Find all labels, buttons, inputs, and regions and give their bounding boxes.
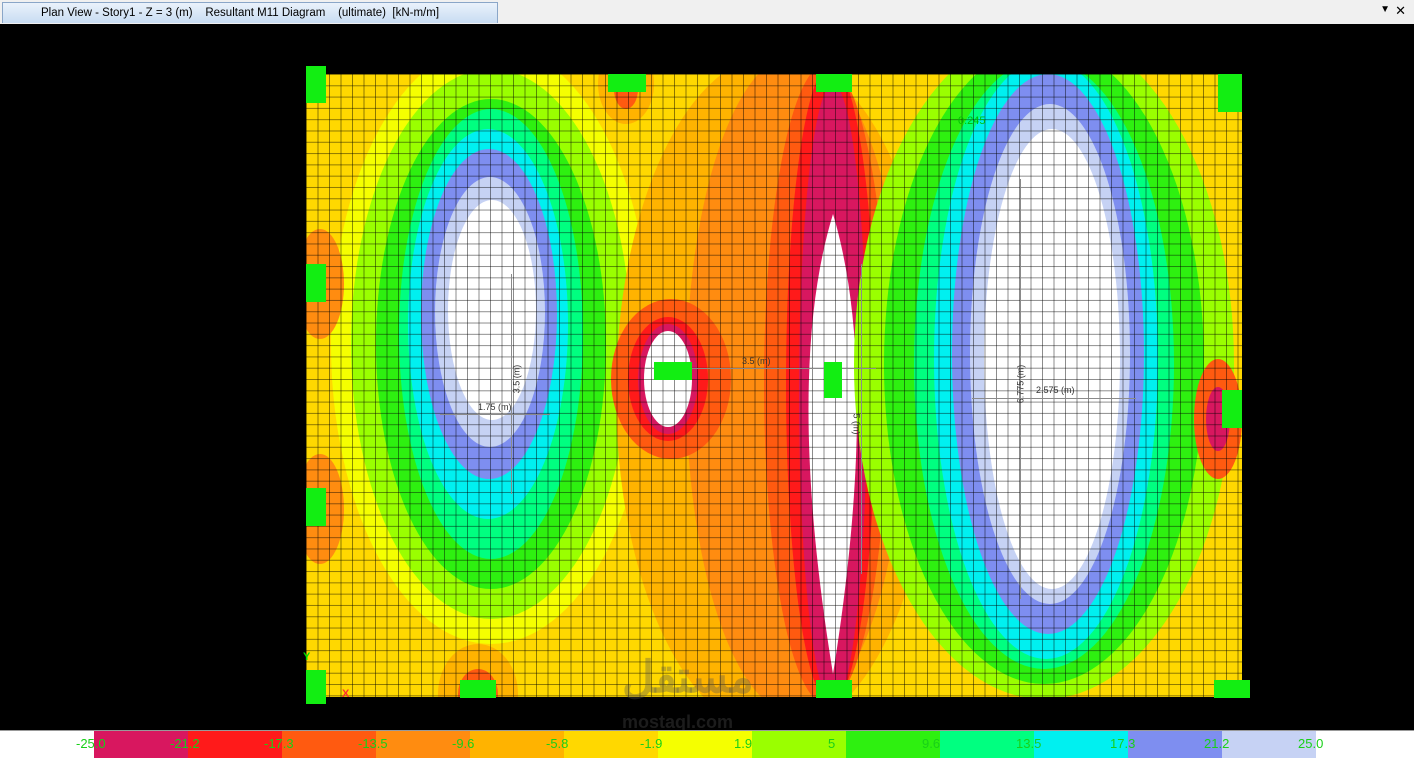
dim-label-2: 3.5 (m) — [511, 364, 522, 394]
column-support[interactable] — [816, 680, 852, 698]
column-support[interactable] — [816, 74, 852, 92]
x-axis-label: X — [342, 688, 350, 700]
y-axis-label: Y — [303, 651, 311, 663]
contour-slab: 1.75 (m) 3.5 (m) 3.5 (m) 5 (m) 6.775 (m)… — [306, 74, 1242, 697]
contour-right-7 — [984, 129, 1120, 589]
column-support[interactable] — [824, 362, 842, 398]
contour-legend: -25.0 -21.2 -17.3 -13.5 -9.6 -5.8 -1.9 1.9 5 9.6 1… — [0, 730, 1414, 758]
close-icon[interactable]: ✕ — [1395, 3, 1406, 19]
column-support[interactable] — [460, 680, 496, 698]
dim-label-4: 5 (m) — [851, 413, 862, 435]
top-value-label: 0.245 — [958, 115, 986, 127]
column-support[interactable] — [306, 488, 326, 526]
tab-dropdown-icon[interactable]: ▼ — [1380, 4, 1390, 15]
column-support[interactable] — [306, 66, 326, 103]
legend-label: -21.2 — [170, 736, 200, 751]
contour-left-8 — [448, 200, 536, 420]
column-support[interactable] — [654, 362, 692, 380]
legend-label: 5 — [828, 736, 836, 751]
watermark-logo: مستقل — [622, 653, 754, 702]
dim-label-1: 1.75 (m) — [478, 402, 512, 412]
legend-label: -1.9 — [640, 736, 663, 751]
column-support[interactable] — [1218, 74, 1242, 112]
legend-label: -5.8 — [546, 736, 569, 751]
view-tab-title: Plan View - Story1 - Z = 3 (m) Resultant… — [41, 7, 440, 19]
legend-label: 13.5 — [1016, 736, 1042, 751]
dim-line-1 — [440, 414, 550, 415]
column-support[interactable] — [306, 670, 326, 704]
legend-label: -17.3 — [264, 736, 294, 751]
view-tab[interactable]: Plan View - Story1 - Z = 3 (m) Resultant… — [2, 2, 498, 23]
legend-label: 17.3 — [1110, 736, 1136, 751]
legend-label: -13.5 — [358, 736, 388, 751]
legend-label: 21.2 — [1204, 736, 1230, 751]
legend-label: -25.0 — [76, 736, 106, 751]
column-support[interactable] — [1222, 390, 1242, 428]
legend-band — [1316, 731, 1414, 758]
column-support[interactable] — [608, 74, 646, 92]
dim-label-6: 2.575 (m) — [1036, 385, 1075, 395]
dim-label-3: 3.5 (m) — [742, 356, 771, 366]
window-titlebar: Plan View - Story1 - Z = 3 (m) Resultant… — [0, 0, 1414, 25]
legend-label: -9.6 — [452, 736, 475, 751]
dim-line-6 — [972, 398, 1136, 399]
column-support[interactable] — [1214, 680, 1250, 698]
contour-plot — [306, 74, 1242, 697]
plan-view-canvas[interactable]: 1.75 (m) 3.5 (m) 3.5 (m) 5 (m) 6.775 (m)… — [0, 24, 1414, 730]
legend-label: 25.0 — [1298, 736, 1324, 751]
column-support[interactable] — [306, 264, 326, 302]
legend-label: 9.6 — [922, 736, 941, 751]
legend-label: 1.9 — [734, 736, 753, 751]
